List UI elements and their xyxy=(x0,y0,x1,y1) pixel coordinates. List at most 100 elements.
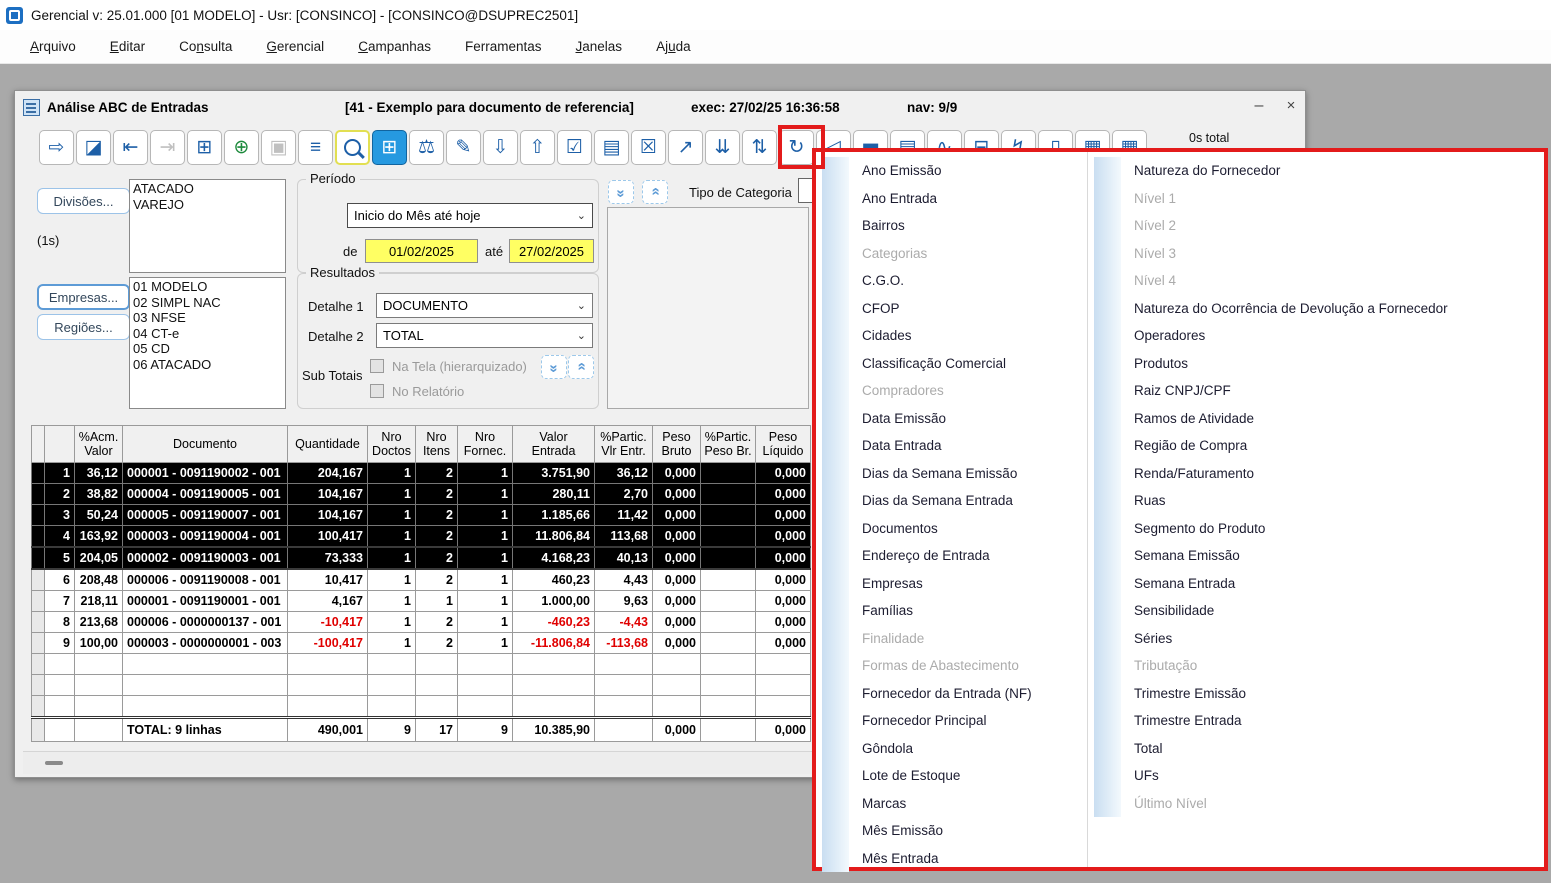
collapse-groups-button[interactable]: ⇊ xyxy=(705,130,740,165)
menu-item-ajuda[interactable]: Ajuda xyxy=(656,39,691,54)
popup-item[interactable]: Marcas xyxy=(862,790,1087,818)
table-row[interactable]: 1 36,12 000001 - 0091190002 - 001 204,167 1 2… xyxy=(31,462,811,484)
column-header[interactable]: %Partic. Peso Br. xyxy=(700,425,756,463)
minimize-button[interactable]: – xyxy=(1247,95,1271,119)
popup-item[interactable]: Ruas xyxy=(1134,487,1544,515)
popup-item[interactable]: Data Entrada xyxy=(862,432,1087,460)
table-row[interactable]: 5 204,05 000002 - 0091190003 - 001 73,333 1 2… xyxy=(31,546,811,570)
empresas-button[interactable]: Empresas... xyxy=(37,284,130,310)
divisoes-listbox[interactable]: ATACADO VAREJO xyxy=(129,179,286,273)
column-header[interactable]: %Partic. Vlr Entr. xyxy=(594,425,653,463)
popup-item[interactable]: Sensibilidade xyxy=(1134,597,1544,625)
popup-item[interactable]: Famílias xyxy=(862,597,1087,625)
menu-item-consulta[interactable]: Consulta xyxy=(179,39,232,54)
popup-item[interactable]: Séries xyxy=(1134,625,1544,653)
external-link-button[interactable]: ↗ xyxy=(668,130,703,165)
table-row[interactable]: 7 218,11 000001 - 0091190001 - 001 4,167 1 1 1… xyxy=(31,590,811,612)
option-list-button[interactable]: ▤ xyxy=(594,130,629,165)
popup-item[interactable]: Endereço de Entrada xyxy=(862,542,1087,570)
empresa-item[interactable]: 01 MODELO xyxy=(133,279,282,295)
popup-item[interactable]: Produtos xyxy=(1134,350,1544,378)
popup-item[interactable]: Ramos de Atividade xyxy=(1134,405,1544,433)
search-button[interactable] xyxy=(335,130,370,165)
scales-button[interactable]: ⚖ xyxy=(409,130,444,165)
popup-item[interactable]: Operadores xyxy=(1134,322,1544,350)
regioes-button[interactable]: Regiões... xyxy=(37,314,130,340)
popup-item[interactable]: Mês Emissão xyxy=(862,817,1087,845)
table-row[interactable]: 8 213,68 000006 - 0000000137 - 001 -10,417 1… xyxy=(31,611,811,633)
menu-item-arquivo[interactable]: Arquivo xyxy=(30,39,76,54)
column-header[interactable]: Nro Fornec. xyxy=(457,425,513,463)
column-header[interactable] xyxy=(44,425,75,463)
empty-row[interactable] xyxy=(31,674,811,696)
detalhe2-select[interactable]: TOTAL ⌄ xyxy=(376,323,593,348)
popup-item[interactable]: Fornecedor da Entrada (NF) xyxy=(862,680,1087,708)
table-row[interactable]: 9 100,00 000003 - 0000000001 - 003 -100,417… xyxy=(31,632,811,654)
empresa-item[interactable]: 06 ATACADO xyxy=(133,357,282,373)
first-record-button[interactable]: ⇤ xyxy=(113,130,148,165)
check-list-button[interactable]: ☑ xyxy=(557,130,592,165)
calc-grid-button[interactable]: ⊞ xyxy=(372,130,407,165)
popup-item[interactable]: Semana Entrada xyxy=(1134,570,1544,598)
popup-item[interactable]: Dias da Semana Emissão xyxy=(862,460,1087,488)
popup-item[interactable]: Raiz CNPJ/CPF xyxy=(1134,377,1544,405)
menu-item-janelas[interactable]: Janelas xyxy=(576,39,623,54)
column-header[interactable]: Peso Líquido xyxy=(755,425,811,463)
scrollbar-thumb[interactable] xyxy=(45,761,63,765)
column-header[interactable]: %Acm. Valor xyxy=(74,425,123,463)
popup-item[interactable]: UFs xyxy=(1134,762,1544,790)
sort-asc-button[interactable]: ⇧ xyxy=(520,130,555,165)
total-row[interactable]: TOTAL: 9 linhas 490,001 9 17 9 10.385,90 0,000… xyxy=(31,716,811,742)
uncheck-list-button[interactable]: ☒ xyxy=(631,130,666,165)
popup-item[interactable]: Gôndola xyxy=(862,735,1087,763)
empty-row[interactable] xyxy=(31,653,811,675)
panel-collapse-button[interactable]: » xyxy=(642,180,668,204)
window-titlebar[interactable]: Análise ABC de Entradas [41 - Exemplo pa… xyxy=(15,91,1305,125)
panel-expand-button[interactable]: » xyxy=(608,180,634,204)
popup-item[interactable]: Natureza do Fornecedor xyxy=(1134,157,1544,185)
empresa-item[interactable]: 04 CT-e xyxy=(133,326,282,342)
subtotal-collapse-button[interactable]: » xyxy=(568,355,594,379)
popup-item[interactable]: C.G.O. xyxy=(862,267,1087,295)
popup-item[interactable]: Trimestre Entrada xyxy=(1134,707,1544,735)
menu-item-editar[interactable]: Editar xyxy=(110,39,145,54)
table-row[interactable]: 3 50,24 000005 - 0091190007 - 001 104,167 1 2… xyxy=(31,504,811,526)
column-header[interactable]: Documento xyxy=(122,425,288,463)
close-button[interactable]: × xyxy=(1279,95,1303,119)
popup-item[interactable]: Data Emissão xyxy=(862,405,1087,433)
subtotal-expand-button[interactable]: » xyxy=(541,355,567,379)
popup-item[interactable]: Classificação Comercial xyxy=(862,350,1087,378)
detalhe1-select[interactable]: DOCUMENTO ⌄ xyxy=(376,293,593,318)
table-row[interactable]: 6 208,48 000006 - 0091190008 - 001 10,417 1 2… xyxy=(31,568,811,591)
popup-item[interactable]: Segmento do Produto xyxy=(1134,515,1544,543)
na-tela-checkbox[interactable] xyxy=(370,359,384,373)
menu-item-campanhas[interactable]: Campanhas xyxy=(358,39,431,54)
no-relatorio-checkbox[interactable] xyxy=(370,384,384,398)
column-header[interactable]: Peso Bruto xyxy=(652,425,701,463)
menu-item-gerencial[interactable]: Gerencial xyxy=(266,39,324,54)
exit-button[interactable]: ⇨ xyxy=(39,130,74,165)
table-row[interactable]: 4 163,92 000003 - 0091190004 - 001 100,417 1… xyxy=(31,525,811,548)
expand-groups-button[interactable]: ⇅ xyxy=(742,130,777,165)
abc-data-grid[interactable]: %Acm. Valor Documento Quantidade Nro Doctos… xyxy=(31,425,811,742)
popup-item[interactable]: Bairros xyxy=(862,212,1087,240)
periodo-preset-select[interactable]: Inicio do Mês até hoje ⌄ xyxy=(347,203,593,228)
empresa-item[interactable]: 05 CD xyxy=(133,341,282,357)
column-header[interactable] xyxy=(31,425,45,463)
column-header[interactable]: Quantidade xyxy=(287,425,368,463)
popup-item[interactable]: Ano Entrada xyxy=(862,185,1087,213)
popup-item[interactable]: Lote de Estoque xyxy=(862,762,1087,790)
filter-button[interactable]: ≡ xyxy=(298,130,333,165)
popup-item[interactable]: Empresas xyxy=(862,570,1087,598)
popup-item[interactable]: Mês Entrada xyxy=(862,845,1087,873)
popup-item[interactable]: Documentos xyxy=(862,515,1087,543)
popup-item[interactable]: Renda/Faturamento xyxy=(1134,460,1544,488)
popup-item[interactable]: Ano Emissão xyxy=(862,157,1087,185)
empty-row[interactable] xyxy=(31,695,811,718)
add-dimension-button[interactable]: ↻ xyxy=(779,130,814,165)
popup-item[interactable]: Trimestre Emissão xyxy=(1134,680,1544,708)
popup-item[interactable]: Dias da Semana Entrada xyxy=(862,487,1087,515)
categoria-listbox[interactable] xyxy=(607,207,809,409)
divisao-item[interactable]: ATACADO xyxy=(133,181,282,197)
popup-item[interactable]: Região de Compra xyxy=(1134,432,1544,460)
